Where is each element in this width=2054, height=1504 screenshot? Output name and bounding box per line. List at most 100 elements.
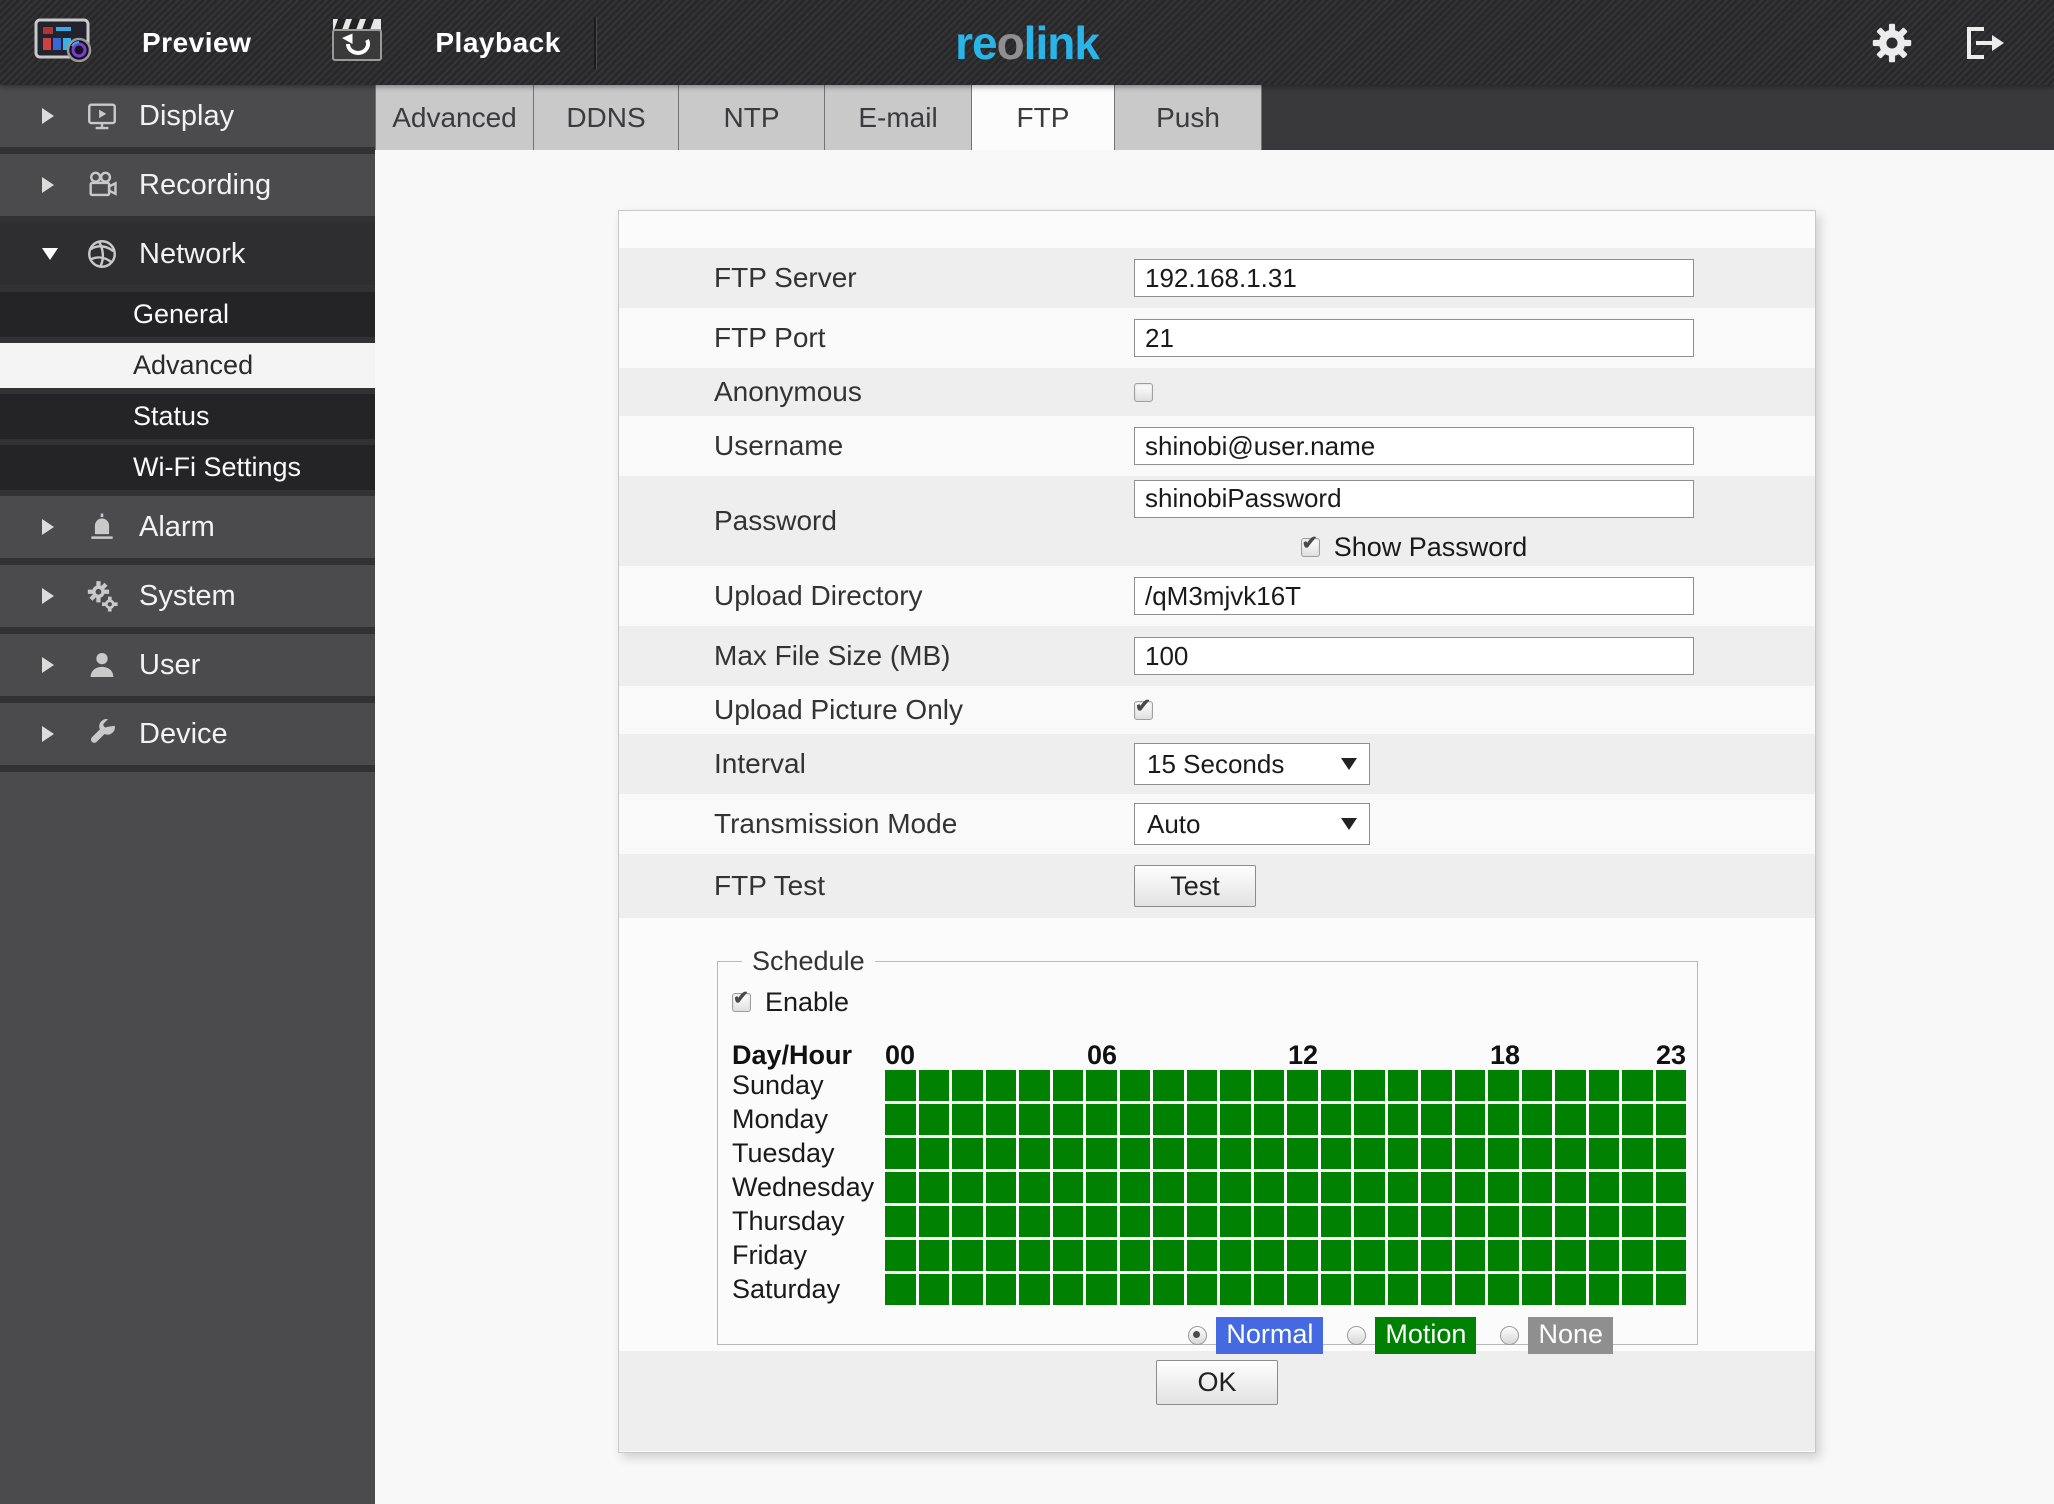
schedule-cell[interactable] <box>1454 1240 1485 1271</box>
show-password-checkbox[interactable] <box>1300 532 1320 557</box>
schedule-cell[interactable] <box>952 1172 983 1203</box>
sidebar-item-system[interactable]: System <box>0 565 375 634</box>
schedule-cell[interactable] <box>1119 1274 1150 1305</box>
schedule-cell[interactable] <box>1622 1206 1653 1237</box>
sidebar-item-advanced[interactable]: Advanced <box>0 343 375 394</box>
schedule-cell[interactable] <box>1153 1206 1184 1237</box>
schedule-cell[interactable] <box>1655 1206 1686 1237</box>
normal-radio[interactable] <box>1188 1326 1208 1345</box>
gear-icon[interactable] <box>1872 23 1912 63</box>
schedule-cell[interactable] <box>1220 1138 1251 1169</box>
schedule-cell[interactable] <box>1220 1240 1251 1271</box>
upload-directory-input[interactable] <box>1134 577 1694 615</box>
schedule-cell[interactable] <box>952 1206 983 1237</box>
schedule-cell[interactable] <box>1555 1070 1586 1101</box>
schedule-cell[interactable] <box>1019 1172 1050 1203</box>
playback-button[interactable]: Playback <box>330 16 560 69</box>
tab-ddns[interactable]: DDNS <box>534 85 679 150</box>
schedule-cell[interactable] <box>885 1070 916 1101</box>
anonymous-checkbox[interactable] <box>1134 382 1153 402</box>
ftp-port-input[interactable] <box>1134 319 1694 357</box>
schedule-cell[interactable] <box>952 1104 983 1135</box>
schedule-cell[interactable] <box>985 1172 1016 1203</box>
schedule-cell[interactable] <box>1220 1104 1251 1135</box>
tab-ftp[interactable]: FTP <box>972 85 1115 150</box>
schedule-cell[interactable] <box>1588 1274 1619 1305</box>
sidebar-item-device[interactable]: Device <box>0 703 375 772</box>
schedule-cell[interactable] <box>1655 1138 1686 1169</box>
schedule-cell[interactable] <box>1454 1274 1485 1305</box>
schedule-cell[interactable] <box>1354 1240 1385 1271</box>
preview-button[interactable]: Preview <box>33 18 251 67</box>
schedule-cell[interactable] <box>1186 1240 1217 1271</box>
schedule-cell[interactable] <box>1421 1070 1452 1101</box>
sidebar-item-network[interactable]: Network <box>0 223 375 292</box>
sidebar-item-wi-fi-settings[interactable]: Wi-Fi Settings <box>0 445 375 496</box>
schedule-cell[interactable] <box>918 1274 949 1305</box>
schedule-cell[interactable] <box>1153 1274 1184 1305</box>
schedule-cell[interactable] <box>885 1138 916 1169</box>
schedule-cell[interactable] <box>1521 1206 1552 1237</box>
schedule-cell[interactable] <box>1019 1206 1050 1237</box>
schedule-cell[interactable] <box>1287 1240 1318 1271</box>
schedule-cell[interactable] <box>1287 1172 1318 1203</box>
sidebar-item-status[interactable]: Status <box>0 394 375 445</box>
schedule-cell[interactable] <box>885 1274 916 1305</box>
schedule-cell[interactable] <box>1655 1274 1686 1305</box>
schedule-cell[interactable] <box>1320 1138 1351 1169</box>
schedule-cell[interactable] <box>1521 1070 1552 1101</box>
schedule-cell[interactable] <box>1421 1206 1452 1237</box>
schedule-cell[interactable] <box>985 1070 1016 1101</box>
schedule-cell[interactable] <box>1622 1104 1653 1135</box>
max-file-size-input[interactable] <box>1134 637 1694 675</box>
schedule-cell[interactable] <box>1521 1138 1552 1169</box>
schedule-cell[interactable] <box>1186 1172 1217 1203</box>
schedule-cell[interactable] <box>1119 1070 1150 1101</box>
schedule-cell[interactable] <box>1622 1240 1653 1271</box>
schedule-cell[interactable] <box>1387 1070 1418 1101</box>
schedule-cell[interactable] <box>1019 1070 1050 1101</box>
schedule-cell[interactable] <box>1387 1104 1418 1135</box>
schedule-cell[interactable] <box>1555 1172 1586 1203</box>
sidebar-item-recording[interactable]: Recording <box>0 154 375 223</box>
schedule-cell[interactable] <box>1387 1240 1418 1271</box>
schedule-cell[interactable] <box>1186 1274 1217 1305</box>
schedule-cell[interactable] <box>1220 1206 1251 1237</box>
schedule-cell[interactable] <box>1488 1070 1519 1101</box>
ftp-server-input[interactable] <box>1134 259 1694 297</box>
schedule-cell[interactable] <box>1086 1274 1117 1305</box>
schedule-cell[interactable] <box>1488 1206 1519 1237</box>
schedule-cell[interactable] <box>1622 1138 1653 1169</box>
schedule-cell[interactable] <box>1454 1172 1485 1203</box>
schedule-cell[interactable] <box>952 1274 983 1305</box>
schedule-cell[interactable] <box>1153 1138 1184 1169</box>
schedule-cell[interactable] <box>1220 1172 1251 1203</box>
schedule-cell[interactable] <box>1387 1206 1418 1237</box>
schedule-cell[interactable] <box>1253 1240 1284 1271</box>
schedule-cell[interactable] <box>1588 1206 1619 1237</box>
schedule-cell[interactable] <box>1521 1104 1552 1135</box>
schedule-cell[interactable] <box>1052 1070 1083 1101</box>
schedule-cell[interactable] <box>1320 1104 1351 1135</box>
schedule-cell[interactable] <box>1253 1274 1284 1305</box>
tab-ntp[interactable]: NTP <box>679 85 825 150</box>
schedule-cell[interactable] <box>1354 1138 1385 1169</box>
schedule-cell[interactable] <box>1555 1206 1586 1237</box>
schedule-cell[interactable] <box>1488 1104 1519 1135</box>
sidebar-item-general[interactable]: General <box>0 292 375 343</box>
sidebar-item-user[interactable]: User <box>0 634 375 703</box>
schedule-cell[interactable] <box>1052 1104 1083 1135</box>
sidebar-item-alarm[interactable]: Alarm <box>0 496 375 565</box>
schedule-cell[interactable] <box>1521 1274 1552 1305</box>
schedule-cell[interactable] <box>1287 1138 1318 1169</box>
schedule-cell[interactable] <box>1588 1138 1619 1169</box>
schedule-cell[interactable] <box>1488 1172 1519 1203</box>
schedule-cell[interactable] <box>1153 1172 1184 1203</box>
schedule-cell[interactable] <box>1287 1104 1318 1135</box>
schedule-cell[interactable] <box>1622 1070 1653 1101</box>
schedule-cell[interactable] <box>1655 1070 1686 1101</box>
schedule-cell[interactable] <box>1488 1240 1519 1271</box>
schedule-cell[interactable] <box>1387 1172 1418 1203</box>
schedule-cell[interactable] <box>1287 1206 1318 1237</box>
schedule-cell[interactable] <box>1354 1070 1385 1101</box>
